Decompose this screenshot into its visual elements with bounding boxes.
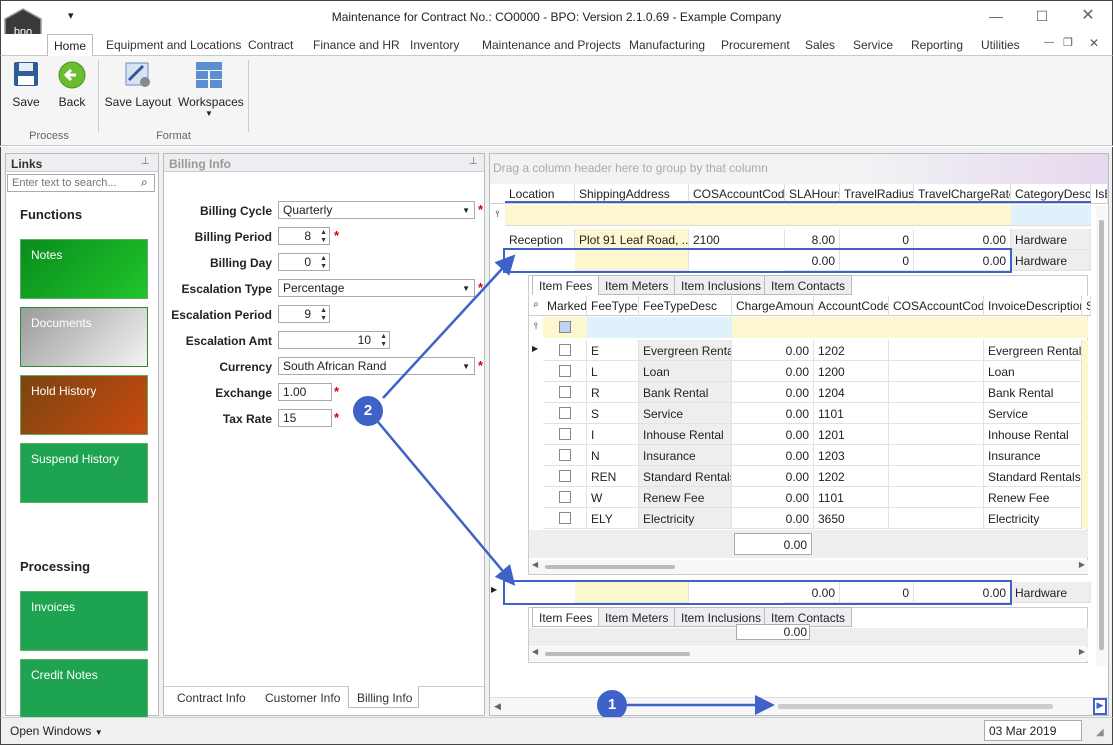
annotation-arrows xyxy=(377,254,775,715)
callout-1: 1 xyxy=(597,690,627,720)
callout-2: 2 xyxy=(353,396,383,426)
date-field[interactable]: 03 Mar 2019 xyxy=(984,720,1082,741)
chevron-down-icon: ▼ xyxy=(94,728,103,737)
resize-grip-icon[interactable]: ◢ xyxy=(1096,727,1104,738)
arrow-to-row3 xyxy=(377,421,516,586)
arrow-to-row2 xyxy=(382,254,516,399)
open-windows-label: Open Windows xyxy=(10,724,92,738)
tab-home[interactable]: Home xyxy=(47,34,93,56)
open-windows-menu[interactable]: Open Windows ▼ xyxy=(10,724,103,738)
status-bar xyxy=(0,717,1113,745)
